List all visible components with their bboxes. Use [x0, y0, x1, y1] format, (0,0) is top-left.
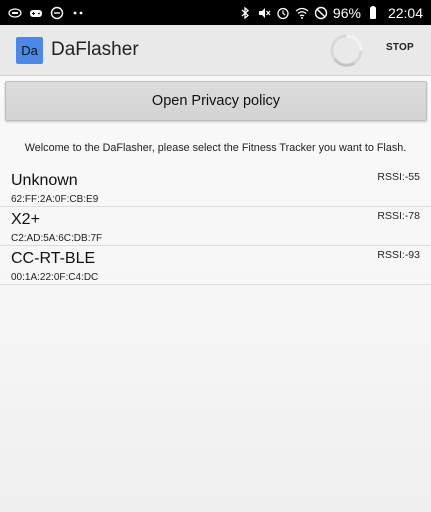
loading-spinner-icon	[330, 34, 363, 67]
device-name: Unknown	[11, 172, 78, 189]
device-rssi: RSSI:-55	[377, 171, 420, 183]
battery-percentage: 96%	[332, 4, 361, 21]
clock: 22:04	[387, 4, 423, 21]
app-logo: Da	[16, 36, 43, 64]
device-name: CC-RT-BLE	[11, 250, 96, 267]
welcome-message: Welcome to the DaFlasher, please select …	[24, 142, 407, 154]
device-row[interactable]: CC-RT-BLE 00:1A:22:0F:C4:DC RSSI:-93	[0, 246, 431, 285]
device-row[interactable]: X2+ C2:AD:5A:6C:DB:7F RSSI:-78	[0, 207, 431, 246]
bluetooth-icon	[238, 6, 252, 20]
game-controller-icon	[29, 6, 43, 20]
status-left-icons	[8, 6, 85, 20]
device-mac-address: C2:AD:5A:6C:DB:7F	[11, 233, 103, 244]
device-list: Unknown 62:FF:2A:0F:CB:E9 RSSI:-55 X2+ C…	[0, 168, 431, 285]
stop-button[interactable]: STOP	[386, 42, 414, 53]
mute-icon	[257, 6, 271, 20]
device-mac-address: 00:1A:22:0F:C4:DC	[11, 272, 99, 283]
device-rssi: RSSI:-78	[377, 210, 420, 222]
alarm-icon	[276, 6, 290, 20]
device-name: X2+	[11, 211, 40, 228]
status-bar: 96% 22:04	[0, 0, 431, 25]
do-not-disturb-icon	[50, 6, 64, 20]
battery-icon	[366, 5, 380, 20]
open-privacy-policy-button[interactable]: Open Privacy policy	[5, 81, 427, 121]
device-row[interactable]: Unknown 62:FF:2A:0F:CB:E9 RSSI:-55	[0, 168, 431, 207]
intel-icon	[8, 6, 22, 20]
screen: 96% 22:04 Da DaFlasher STOP Open Privacy…	[0, 0, 431, 512]
more-dots-icon	[71, 6, 85, 20]
app-title: DaFlasher	[51, 39, 139, 60]
wifi-icon	[295, 6, 309, 20]
app-bar: Da DaFlasher STOP	[0, 25, 431, 76]
status-right-icons: 96% 22:04	[238, 5, 423, 21]
device-mac-address: 62:FF:2A:0F:CB:E9	[11, 194, 99, 205]
blocked-icon	[314, 6, 328, 20]
device-rssi: RSSI:-93	[377, 249, 420, 261]
